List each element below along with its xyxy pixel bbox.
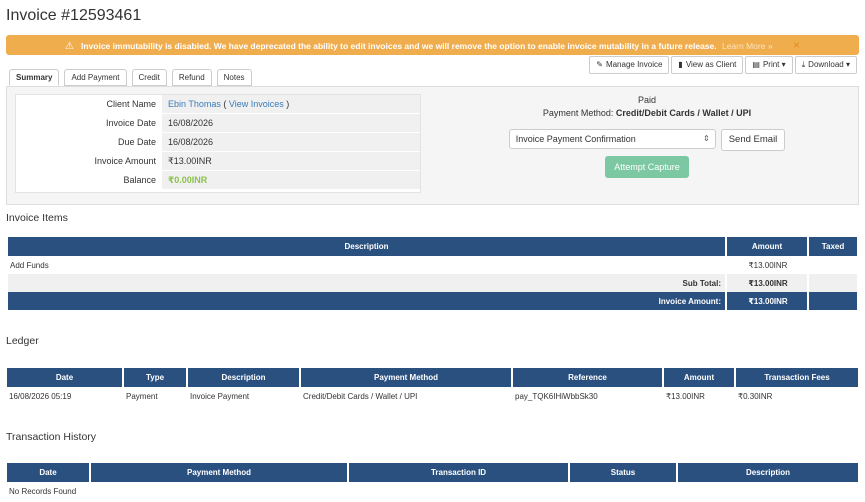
email-template-select[interactable]: Invoice Payment Confirmation ⇕	[508, 129, 716, 149]
user-icon: ▮	[678, 60, 683, 69]
view-invoices-link[interactable]: View Invoices	[229, 99, 284, 109]
transaction-history-title: Transaction History	[6, 431, 97, 443]
payment-method-line: Payment Method: Credit/Debit Cards / Wal…	[542, 108, 752, 118]
tab-notes[interactable]: Notes	[216, 69, 252, 86]
print-icon: ▤	[752, 60, 760, 69]
col-amount: Amount	[727, 237, 807, 256]
ledger-title: Ledger	[6, 335, 39, 347]
tab-add-payment[interactable]: Add Payment	[64, 69, 127, 86]
select-arrows-icon: ⇕	[703, 134, 710, 143]
col-description: Description	[8, 237, 725, 256]
download-icon: ⤓	[801, 60, 806, 69]
tab-summary[interactable]: Summary	[9, 69, 60, 86]
payment-status: Paid	[637, 95, 656, 105]
learn-more-link[interactable]: Learn More »	[722, 41, 773, 51]
immutability-alert: ⚠ Invoice immutability is disabled. We ha…	[6, 35, 859, 55]
info-row-balance: Balance ₹0.00INR	[16, 171, 420, 190]
manage-invoice-button[interactable]: ✎ Manage Invoice	[589, 56, 670, 74]
invoice-items-table: Description Amount Taxed Add Funds ₹13.0…	[6, 237, 859, 310]
print-button[interactable]: ▤ Print ▾	[745, 56, 793, 74]
empty-row: No Records Found	[9, 486, 77, 496]
page-title: Invoice #12593461	[6, 7, 142, 24]
close-icon[interactable]: ×	[793, 38, 800, 52]
table-row: 16/08/2026 05:19 Payment Invoice Payment…	[9, 391, 773, 401]
tab-credit[interactable]: Credit	[131, 69, 167, 86]
send-email-button[interactable]: Send Email	[720, 129, 786, 151]
payment-status-box: Paid Payment Method: Credit/Debit Cards …	[507, 95, 787, 178]
view-as-client-button[interactable]: ▮ View as Client	[671, 56, 744, 74]
ledger-table: Date Type Description Payment Method Ref…	[5, 368, 860, 405]
subtotal-row: Sub Total: ₹13.00INR	[8, 274, 857, 292]
info-row-amount: Invoice Amount ₹13.00INR	[16, 152, 420, 171]
info-row-client: Client Name Ebin Thomas ( View Invoices …	[16, 95, 420, 114]
summary-panel: Client Name Ebin Thomas ( View Invoices …	[6, 86, 859, 205]
invoice-tabs: Summary Add Payment Credit Refund Notes	[9, 69, 257, 86]
invoice-items-title: Invoice Items	[6, 212, 68, 224]
download-button[interactable]: ⤓ Download ▾	[794, 56, 857, 74]
info-row-due-date: Due Date 16/08/2026	[16, 133, 420, 152]
info-row-invoice-date: Invoice Date 16/08/2026	[16, 114, 420, 133]
balance-value: ₹0.00INR	[162, 171, 420, 189]
invoice-actions: ✎ Manage Invoice ▮ View as Client ▤ Print ▾…	[587, 56, 857, 74]
total-row: Invoice Amount: ₹13.00INR	[8, 292, 857, 310]
warning-icon: ⚠	[65, 41, 74, 52]
edit-icon: ✎	[596, 60, 603, 69]
client-name-link[interactable]: Ebin Thomas	[168, 99, 221, 109]
invoice-info-table: Client Name Ebin Thomas ( View Invoices …	[15, 94, 421, 193]
table-row: Add Funds ₹13.00INR	[10, 260, 788, 270]
col-taxed: Taxed	[809, 237, 857, 256]
attempt-capture-button[interactable]: Attempt Capture	[605, 156, 689, 178]
transaction-history-table: Date Payment Method Transaction ID Statu…	[5, 463, 860, 500]
alert-message: Invoice immutability is disabled. We hav…	[81, 41, 717, 51]
tab-refund[interactable]: Refund	[171, 69, 212, 86]
